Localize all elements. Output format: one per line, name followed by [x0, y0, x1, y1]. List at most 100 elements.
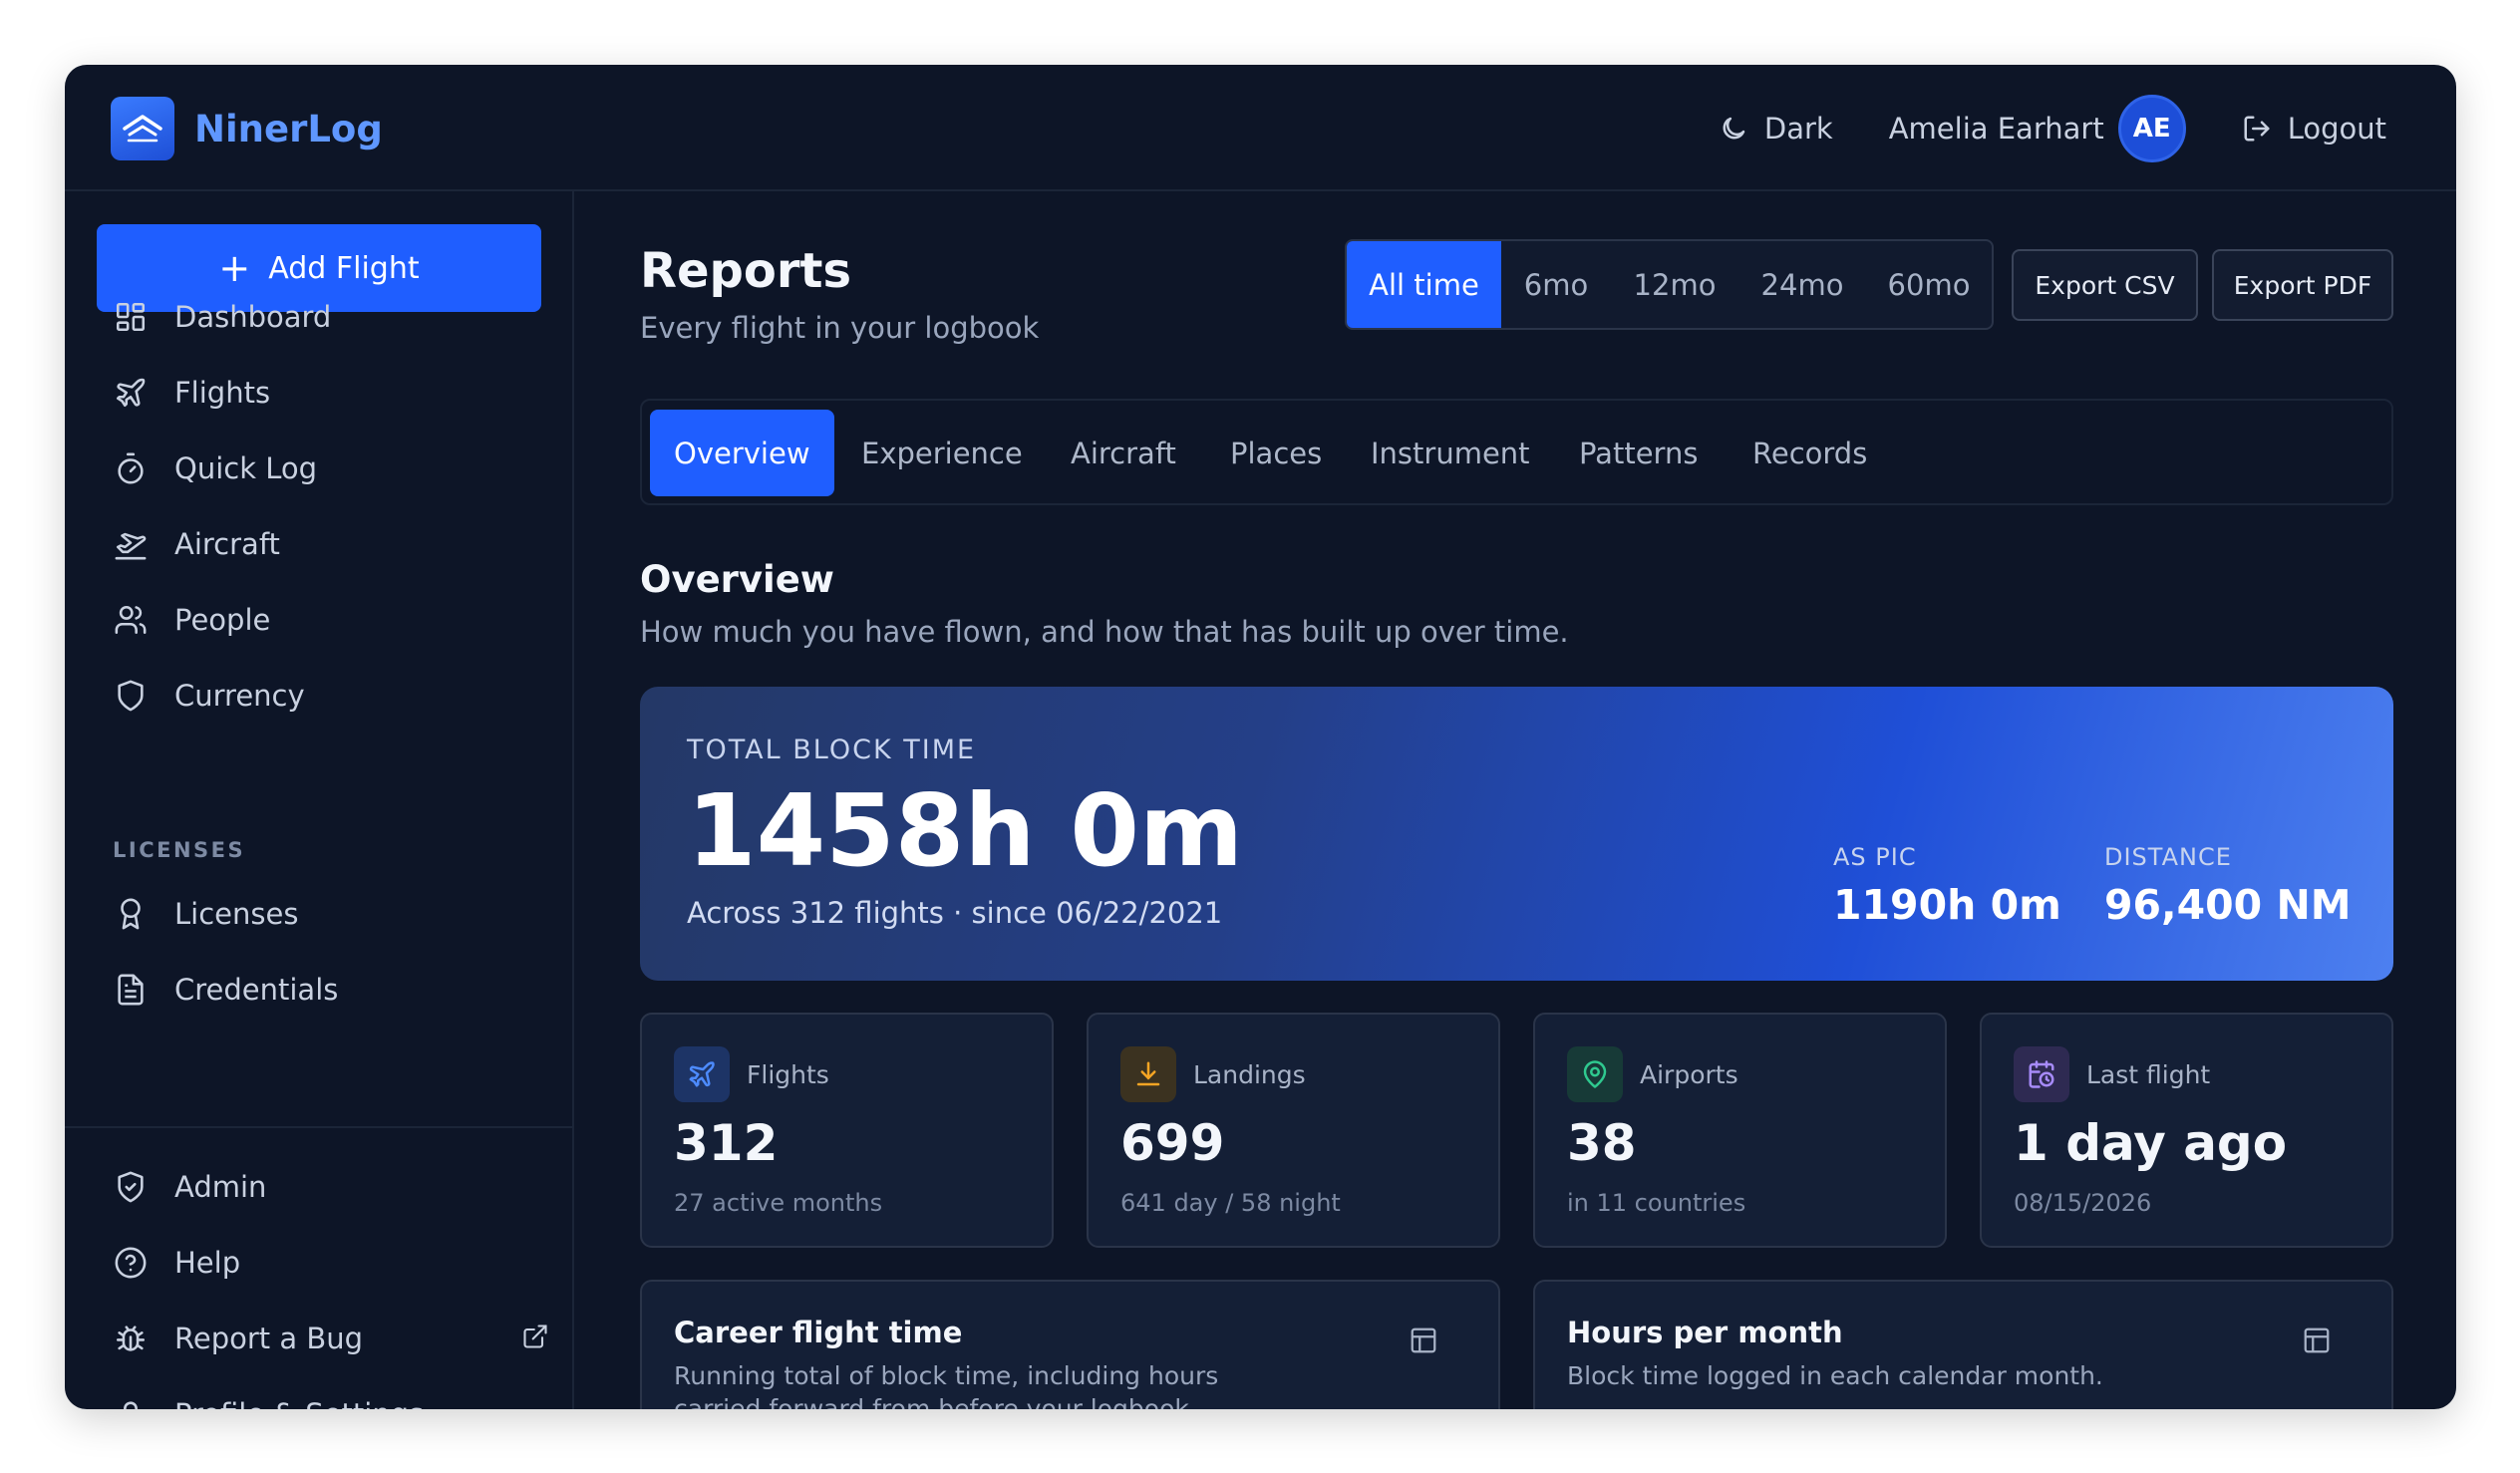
sidebar-item-quick-log[interactable]: Quick Log	[111, 442, 549, 494]
bug-icon	[111, 1319, 151, 1358]
top-bar: NinerLog Dark Amelia Earhart AE Logout	[65, 65, 2456, 191]
tab-overview[interactable]: Overview	[650, 410, 834, 496]
map-pin-icon	[1567, 1046, 1623, 1102]
stat-label: Flights	[747, 1060, 829, 1089]
external-link-icon	[521, 1323, 549, 1357]
sidebar-item-flights[interactable]: Flights	[111, 367, 549, 419]
range-60mo-button[interactable]: 60mo	[1866, 241, 1992, 328]
distance-stat: DISTANCE 96,400 NM	[2104, 843, 2352, 929]
logout-icon	[2244, 116, 2270, 142]
sidebar-item-credentials[interactable]: Credentials	[111, 964, 549, 1016]
app-name: NinerLog	[194, 107, 383, 150]
stat-card-airports: Airports 38 in 11 countries	[1533, 1013, 1947, 1248]
stat-label: Landings	[1193, 1060, 1306, 1089]
table-view-icon[interactable]	[1409, 1326, 1438, 1359]
sidebar-item-label: Report a Bug	[174, 1322, 364, 1355]
plane-icon	[674, 1046, 730, 1102]
plus-icon: +	[218, 246, 251, 290]
sidebar-item-dashboard[interactable]: Dashboard	[111, 291, 549, 343]
section-title: Overview	[640, 558, 834, 601]
sidebar-item-help[interactable]: Help	[111, 1237, 549, 1289]
range-6mo-button[interactable]: 6mo	[1501, 241, 1611, 328]
range-12mo-button[interactable]: 12mo	[1611, 241, 1738, 328]
export-pdf-button[interactable]: Export PDF	[2212, 249, 2393, 321]
logo-icon	[111, 97, 174, 160]
user-icon	[111, 1394, 151, 1409]
range-24mo-button[interactable]: 24mo	[1738, 241, 1866, 328]
sidebar-item-profile-settings[interactable]: Profile & Settings	[111, 1388, 549, 1409]
calendar-clock-icon	[2014, 1046, 2069, 1102]
sidebar-item-label: Flights	[174, 376, 271, 410]
hero-label: TOTAL BLOCK TIME	[687, 735, 977, 765]
brand[interactable]: NinerLog	[111, 97, 383, 160]
stat-subtext: 641 day / 58 night	[1120, 1189, 1341, 1217]
page-subtitle: Every flight in your logbook	[640, 311, 1040, 345]
time-range-selector: All time 6mo 12mo 24mo 60mo	[1345, 239, 1994, 330]
stat-card-landings: Landings 699 641 day / 58 night	[1087, 1013, 1500, 1248]
chart-title: Career flight time	[674, 1316, 963, 1349]
dashboard-icon	[111, 297, 151, 337]
main-content: Reports Every flight in your logbook All…	[576, 191, 2456, 1409]
sidebar: + Add Flight Dashboard Flights Quick Log	[65, 191, 574, 1409]
stopwatch-icon	[111, 448, 151, 488]
sidebar-item-report-bug[interactable]: Report a Bug	[111, 1313, 549, 1364]
sidebar-item-aircraft[interactable]: Aircraft	[111, 518, 549, 570]
stat-label: Airports	[1640, 1060, 1738, 1089]
page-title: Reports	[640, 243, 852, 299]
sidebar-item-label: Quick Log	[174, 451, 318, 485]
chart-description: Running total of block time, including h…	[674, 1361, 1219, 1409]
theme-toggle-button[interactable]: Dark	[1719, 112, 1833, 146]
stat-value: 312	[674, 1114, 779, 1172]
stat-label: Last flight	[2086, 1060, 2211, 1089]
sidebar-divider	[65, 1126, 572, 1128]
as-pic-value: 1190h 0m	[1833, 881, 2061, 929]
stat-subtext: 27 active months	[674, 1189, 883, 1217]
chart-title: Hours per month	[1567, 1316, 1843, 1349]
tab-instrument[interactable]: Instrument	[1371, 410, 1530, 496]
hero-subtitle: Across 312 flights · since 06/22/2021	[687, 896, 1223, 930]
stat-subtext: in 11 countries	[1567, 1189, 1746, 1217]
sidebar-item-label: Licenses	[174, 897, 299, 931]
document-icon	[111, 970, 151, 1010]
shield-icon	[111, 676, 151, 716]
distance-value: 96,400 NM	[2104, 881, 2352, 929]
user-name[interactable]: Amelia Earhart	[1889, 112, 2104, 146]
stat-value: 38	[1567, 1114, 1637, 1172]
theme-label: Dark	[1763, 112, 1833, 146]
sidebar-item-label: Credentials	[174, 973, 339, 1007]
section-subtitle: How much you have flown, and how that ha…	[640, 615, 1569, 649]
sidebar-item-currency[interactable]: Currency	[111, 670, 549, 722]
shield-check-icon	[111, 1167, 151, 1207]
tab-places[interactable]: Places	[1230, 410, 1322, 496]
hero-value: 1458h 0m	[687, 772, 1244, 889]
avatar[interactable]: AE	[2117, 95, 2186, 162]
range-all-time-button[interactable]: All time	[1347, 241, 1501, 328]
total-block-time-card: TOTAL BLOCK TIME 1458h 0m Across 312 fli…	[640, 687, 2393, 981]
stat-value: 1 day ago	[2014, 1114, 2288, 1172]
chart-description: Block time logged in each calendar month…	[1567, 1361, 2103, 1390]
plane-icon	[111, 373, 151, 413]
tab-aircraft[interactable]: Aircraft	[1071, 410, 1176, 496]
sidebar-item-label: People	[174, 603, 271, 637]
download-icon	[1120, 1046, 1176, 1102]
tab-patterns[interactable]: Patterns	[1579, 410, 1698, 496]
award-icon	[111, 894, 151, 934]
sidebar-item-licenses[interactable]: Licenses	[111, 888, 549, 940]
hours-per-month-card: Hours per month Block time logged in eac…	[1533, 1280, 2393, 1409]
sidebar-item-people[interactable]: People	[111, 594, 549, 646]
sidebar-item-label: Admin	[174, 1170, 267, 1204]
logout-button[interactable]: Logout	[2242, 112, 2386, 146]
logout-label: Logout	[2287, 112, 2386, 146]
table-view-icon[interactable]	[2302, 1326, 2332, 1359]
sidebar-item-label: Help	[174, 1246, 241, 1280]
tab-records[interactable]: Records	[1752, 410, 1867, 496]
plane-takeoff-icon	[111, 524, 151, 564]
sidebar-item-admin[interactable]: Admin	[111, 1161, 549, 1213]
tab-experience[interactable]: Experience	[861, 410, 1023, 496]
distance-label: DISTANCE	[2104, 843, 2232, 871]
report-tabs: Overview Experience Aircraft Places Inst…	[640, 399, 2393, 505]
export-csv-button[interactable]: Export CSV	[2012, 249, 2198, 321]
stat-subtext: 08/15/2026	[2014, 1189, 2152, 1217]
sidebar-item-label: Dashboard	[174, 300, 332, 334]
as-pic-stat: AS PIC 1190h 0m	[1833, 843, 2061, 929]
